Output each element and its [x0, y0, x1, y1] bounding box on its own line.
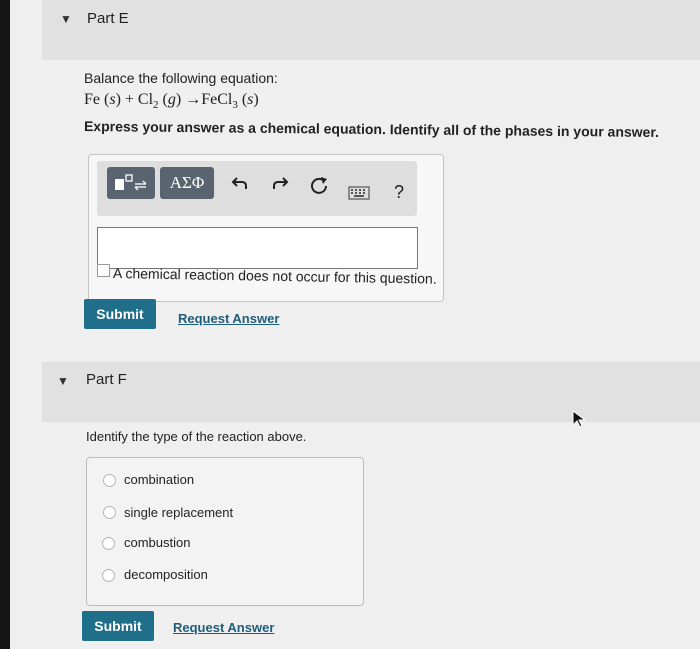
answer-input[interactable]: [97, 227, 418, 269]
choice-label[interactable]: decomposition: [124, 567, 208, 582]
caret-down-icon[interactable]: ▼: [57, 374, 69, 388]
part-e-header[interactable]: [42, 0, 700, 60]
part-f-submit-button[interactable]: Submit: [82, 611, 154, 641]
template-icon: [115, 174, 147, 191]
part-f-request-answer-link[interactable]: Request Answer: [173, 620, 274, 635]
reset-icon[interactable]: [309, 175, 329, 195]
part-f-header[interactable]: [42, 362, 700, 422]
left-edge: [0, 0, 10, 649]
part-e-prompt: Balance the following equation:: [84, 70, 278, 86]
help-button[interactable]: ?: [394, 182, 404, 203]
no-reaction-checkbox[interactable]: [97, 264, 110, 277]
mouse-cursor-icon: [572, 410, 586, 428]
radio-combination[interactable]: [103, 474, 116, 487]
part-e-title: Part E: [87, 10, 129, 27]
undo-icon[interactable]: [231, 175, 249, 191]
radio-combustion[interactable]: [102, 537, 115, 550]
choice-label[interactable]: combustion: [124, 535, 190, 550]
part-f-title: Part F: [86, 371, 127, 388]
template-button[interactable]: [107, 167, 155, 199]
radio-decomposition[interactable]: [102, 569, 115, 582]
part-e-request-answer-link[interactable]: Request Answer: [178, 311, 279, 326]
keyboard-icon[interactable]: [348, 186, 370, 200]
part-f-prompt: Identify the type of the reaction above.: [86, 429, 307, 444]
choice-label[interactable]: combination: [124, 472, 194, 487]
greek-symbols-button[interactable]: ΑΣΦ: [160, 167, 214, 199]
choice-label[interactable]: single replacement: [124, 505, 233, 520]
radio-single-replacement[interactable]: [103, 506, 116, 519]
chemical-equation: Fe (s) + Cl2 (g) →FeCl3 (s): [84, 91, 259, 112]
part-e-submit-button[interactable]: Submit: [84, 299, 156, 329]
redo-icon[interactable]: [271, 175, 289, 191]
caret-down-icon[interactable]: ▼: [60, 12, 72, 26]
